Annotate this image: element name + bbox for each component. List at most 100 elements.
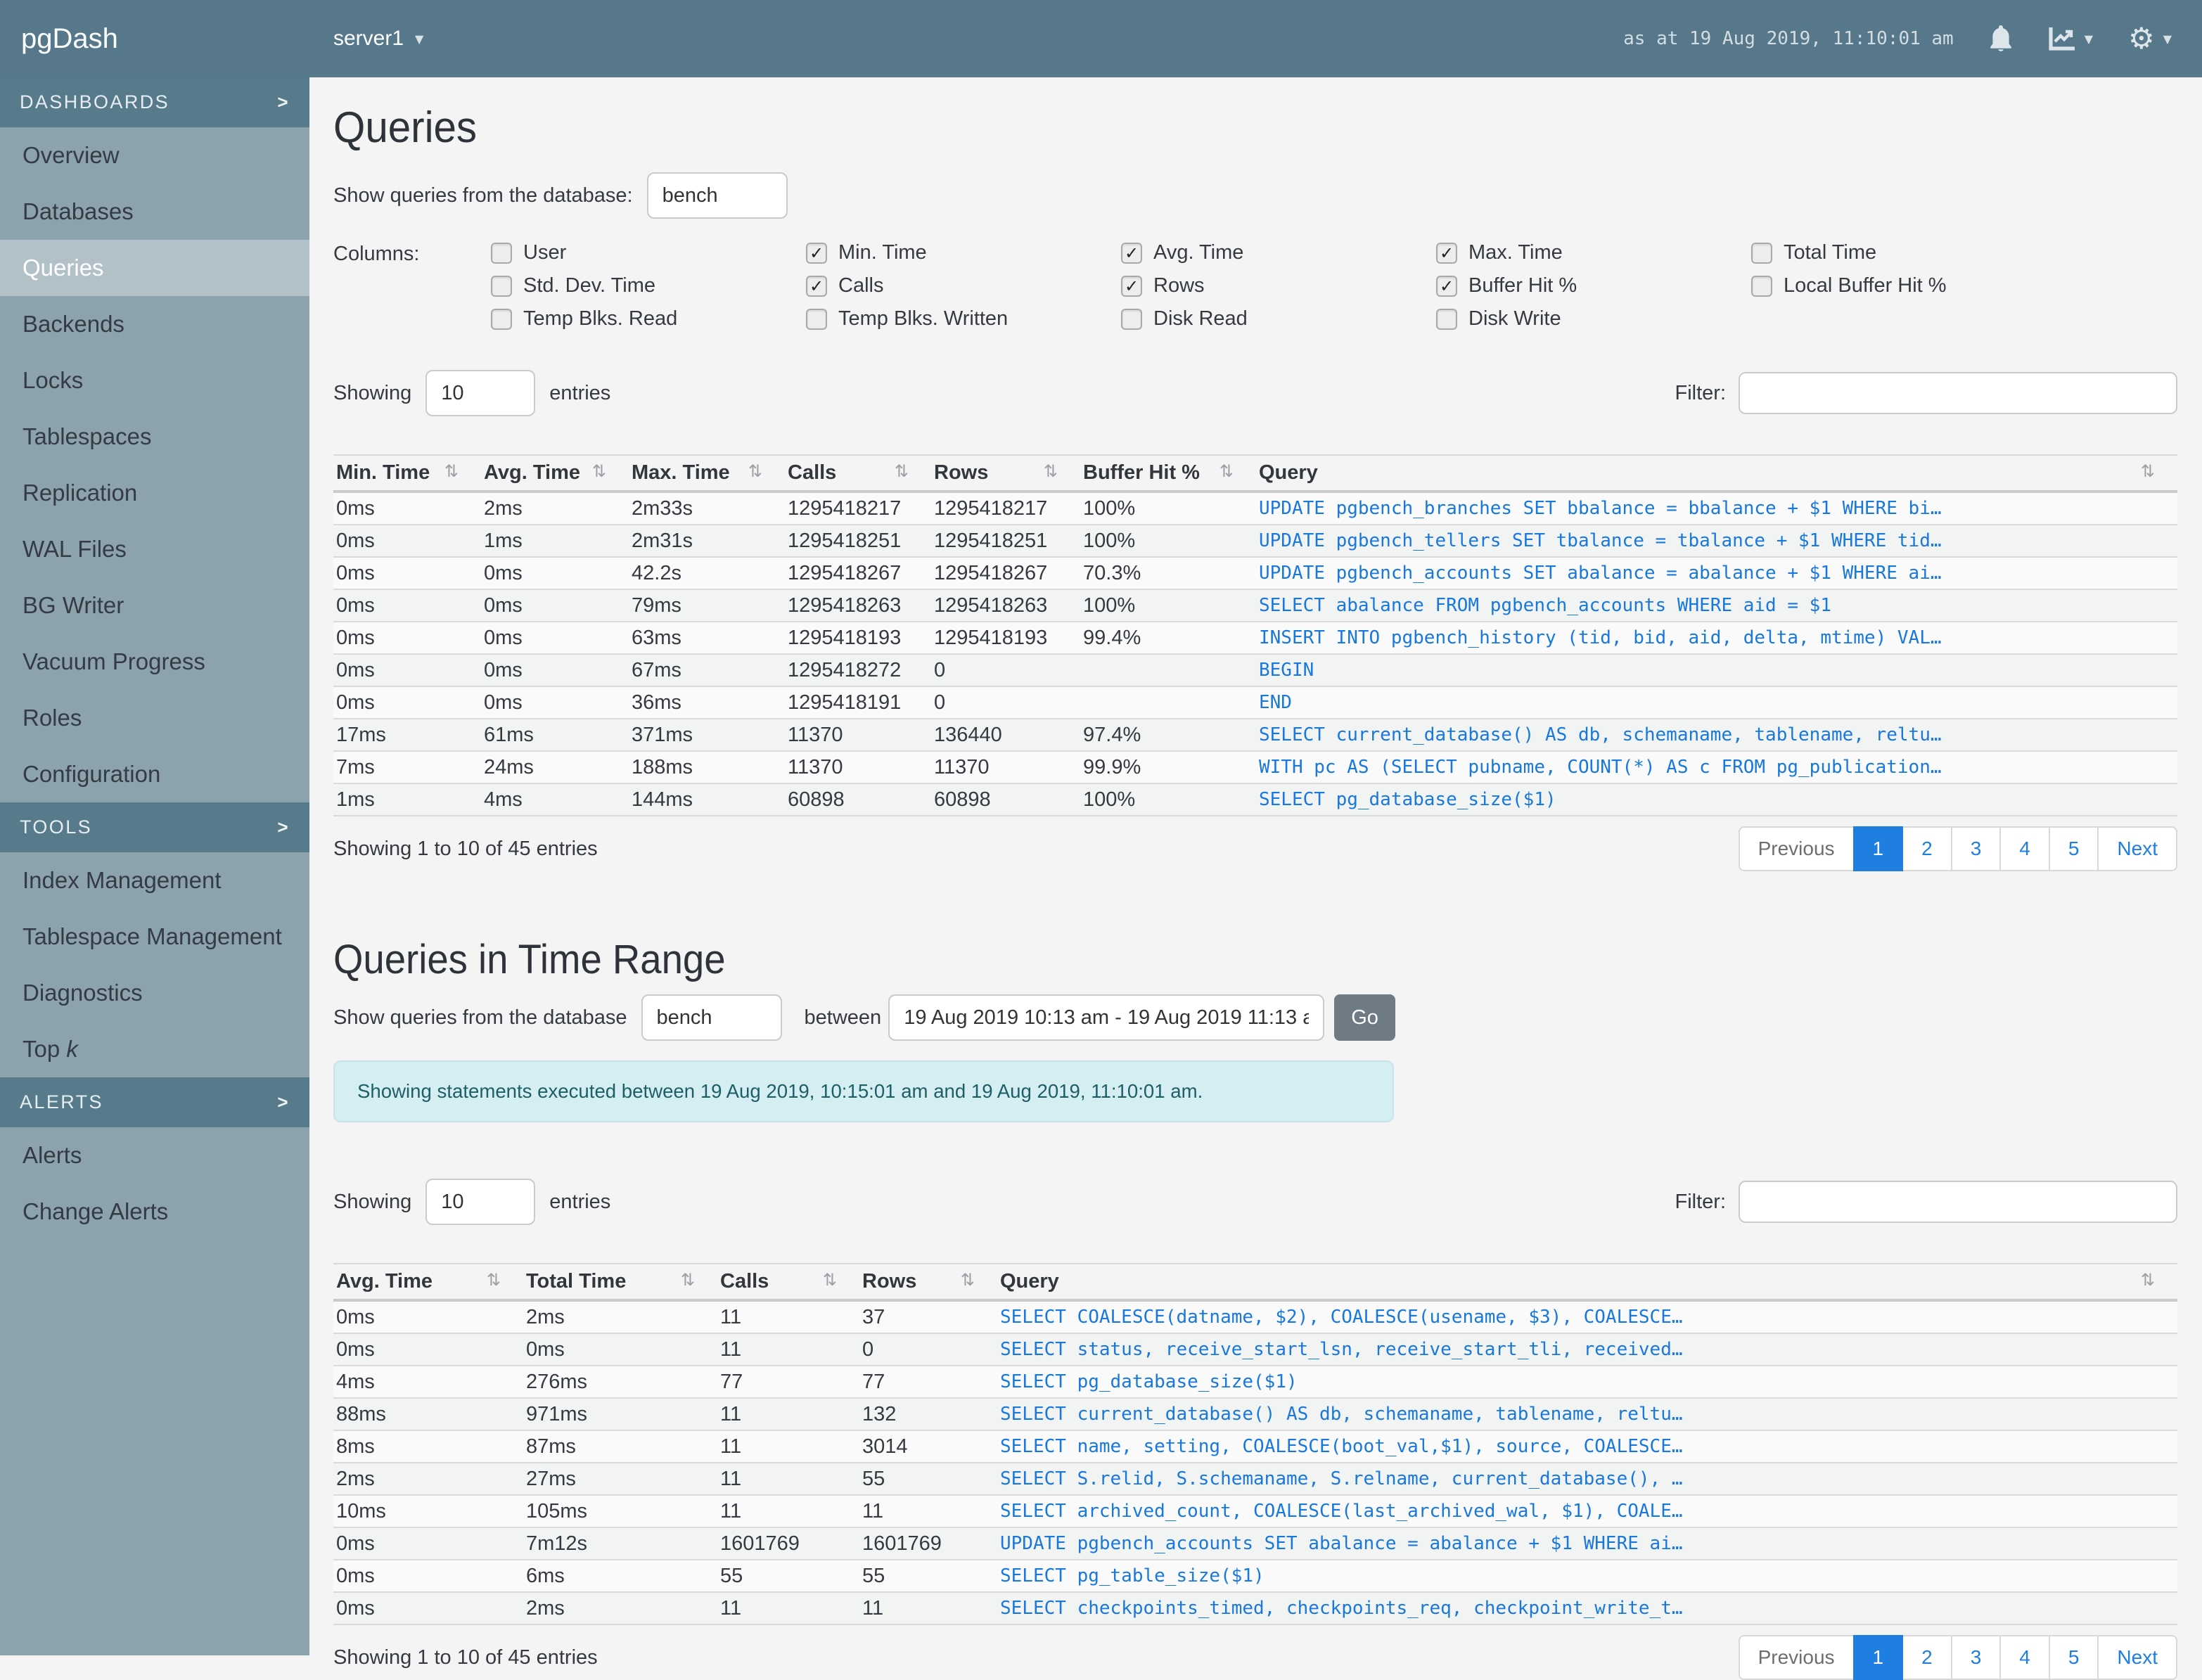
sidebar-section-alerts[interactable]: ALERTS > bbox=[0, 1077, 309, 1127]
pagination-previous[interactable]: Previous bbox=[1738, 826, 1855, 871]
column-header[interactable]: Calls ⇅ bbox=[717, 1263, 859, 1302]
sidebar-item[interactable]: Roles bbox=[0, 690, 309, 746]
pagination-page[interactable]: 4 bbox=[1999, 1635, 2050, 1680]
sidebar-item[interactable]: Queries bbox=[0, 240, 309, 296]
showing-label: Showing bbox=[333, 1190, 412, 1213]
column-header[interactable]: Avg. Time ⇅ bbox=[481, 454, 629, 493]
column-header[interactable]: Rows ⇅ bbox=[859, 1263, 997, 1302]
query-link[interactable]: SELECT archived_count, COALESCE(last_arc… bbox=[997, 1494, 2177, 1527]
query-link[interactable]: UPDATE pgbench_accounts SET abalance = a… bbox=[1256, 556, 2177, 589]
column-checkbox[interactable]: Temp Blks. Written bbox=[806, 307, 1121, 331]
pagination-page[interactable]: 5 bbox=[2048, 1635, 2099, 1680]
database-input[interactable] bbox=[641, 994, 782, 1041]
sidebar-item[interactable]: Diagnostics bbox=[0, 965, 309, 1021]
sidebar-item[interactable]: Change Alerts bbox=[0, 1184, 309, 1240]
time-range-input[interactable] bbox=[888, 994, 1325, 1041]
query-link[interactable]: SELECT status, receive_start_lsn, receiv… bbox=[997, 1333, 2177, 1366]
query-link[interactable]: UPDATE pgbench_accounts SET abalance = a… bbox=[997, 1527, 2177, 1560]
query-link[interactable]: SELECT pg_database_size($1) bbox=[1256, 783, 2177, 816]
sidebar-item[interactable]: WAL Files bbox=[0, 521, 309, 577]
query-link[interactable]: SELECT S.relid, S.schemaname, S.relname,… bbox=[997, 1462, 2177, 1495]
column-header[interactable]: Rows ⇅ bbox=[931, 454, 1080, 493]
filter-input[interactable] bbox=[1739, 372, 2177, 414]
database-input[interactable] bbox=[646, 172, 788, 219]
sidebar-item[interactable]: Index Management bbox=[0, 852, 309, 909]
query-link[interactable]: UPDATE pgbench_branches SET bbalance = b… bbox=[1256, 491, 2177, 525]
pagination-page[interactable]: 1 bbox=[1852, 826, 1904, 871]
time-range-table: Avg. Time ⇅ Total Time ⇅ Calls ⇅ Rows ⇅ bbox=[333, 1263, 2177, 1625]
query-link[interactable]: SELECT name, setting, COALESCE(boot_val,… bbox=[997, 1430, 2177, 1463]
column-header[interactable]: Avg. Time ⇅ bbox=[333, 1263, 523, 1302]
entries-count-input[interactable] bbox=[425, 1179, 536, 1225]
pagination-next[interactable]: Next bbox=[2097, 826, 2177, 871]
column-checkbox[interactable]: Temp Blks. Read bbox=[491, 307, 806, 331]
sidebar-item[interactable]: Databases bbox=[0, 184, 309, 240]
column-checkbox[interactable]: Disk Write bbox=[1436, 307, 1751, 331]
cell-buffer-hit: 97.4% bbox=[1080, 718, 1256, 751]
filter-input[interactable] bbox=[1739, 1181, 2177, 1223]
pagination-next[interactable]: Next bbox=[2097, 1635, 2177, 1680]
sidebar-item[interactable]: Overview bbox=[0, 127, 309, 184]
server-selector[interactable]: server1 ▼ bbox=[333, 27, 423, 51]
column-checkbox[interactable]: User bbox=[491, 241, 806, 264]
pagination-page[interactable]: 4 bbox=[1999, 826, 2050, 871]
column-header[interactable]: Max. Time ⇅ bbox=[629, 454, 785, 493]
settings-menu-button[interactable]: ⚙ ▼ bbox=[2128, 24, 2172, 53]
query-link[interactable]: SELECT pg_database_size($1) bbox=[997, 1365, 2177, 1398]
query-link[interactable]: SELECT COALESCE(datname, $2), COALESCE(u… bbox=[997, 1300, 2177, 1333]
pagination-previous[interactable]: Previous bbox=[1738, 1635, 1855, 1680]
query-link[interactable]: INSERT INTO pgbench_history (tid, bid, a… bbox=[1256, 621, 2177, 654]
sidebar-item[interactable]: Locks bbox=[0, 352, 309, 409]
sidebar-item[interactable]: Tablespaces bbox=[0, 409, 309, 465]
sidebar-item[interactable]: Replication bbox=[0, 465, 309, 521]
sidebar-item[interactable]: Backends bbox=[0, 296, 309, 352]
charts-menu-button[interactable]: ▼ bbox=[2048, 26, 2093, 51]
query-link[interactable]: SELECT current_database() AS db, scheman… bbox=[997, 1397, 2177, 1430]
pagination-page[interactable]: 5 bbox=[2048, 826, 2099, 871]
column-checkbox[interactable]: ✓ Buffer Hit % bbox=[1436, 274, 1751, 297]
cell-total-time: 2ms bbox=[523, 1591, 717, 1624]
column-checkbox[interactable]: ✓ Max. Time bbox=[1436, 241, 1751, 264]
column-checkbox[interactable]: ✓ Min. Time bbox=[806, 241, 1121, 264]
column-header[interactable]: Min. Time ⇅ bbox=[333, 454, 481, 493]
column-checkbox[interactable]: Local Buffer Hit % bbox=[1751, 274, 2066, 297]
notifications-button[interactable] bbox=[1989, 25, 2013, 52]
sidebar-item[interactable]: BG Writer bbox=[0, 577, 309, 634]
pagination-page[interactable]: 3 bbox=[1950, 826, 2002, 871]
sidebar-item[interactable]: Top k bbox=[0, 1021, 309, 1077]
column-header[interactable]: Calls ⇅ bbox=[785, 454, 931, 493]
pagination-page[interactable]: 3 bbox=[1950, 1635, 2002, 1680]
pagination-page[interactable]: 2 bbox=[1902, 826, 1952, 871]
column-checkbox[interactable]: Disk Read bbox=[1121, 307, 1436, 331]
cell-min-time: 0ms bbox=[333, 686, 481, 719]
column-checkbox[interactable]: ✓ Calls bbox=[806, 274, 1121, 297]
entries-count-input[interactable] bbox=[425, 370, 536, 416]
query-link[interactable]: SELECT abalance FROM pgbench_accounts WH… bbox=[1256, 589, 2177, 622]
column-header[interactable]: Query ⇅ bbox=[1256, 454, 2177, 493]
column-checkbox[interactable]: Total Time bbox=[1751, 241, 2066, 264]
sidebar-item[interactable]: Configuration bbox=[0, 746, 309, 802]
query-link[interactable]: END bbox=[1256, 686, 2177, 719]
column-header[interactable]: Total Time ⇅ bbox=[523, 1263, 717, 1302]
sidebar-item[interactable]: Tablespace Management bbox=[0, 909, 309, 965]
query-link[interactable]: BEGIN bbox=[1256, 653, 2177, 686]
query-link[interactable]: UPDATE pgbench_tellers SET tbalance = tb… bbox=[1256, 524, 2177, 557]
go-button[interactable]: Go bbox=[1334, 994, 1395, 1041]
query-link[interactable]: SELECT checkpoints_timed, checkpoints_re… bbox=[997, 1591, 2177, 1624]
pagination-page[interactable]: 1 bbox=[1852, 1635, 1904, 1680]
sidebar-section-tools[interactable]: TOOLS > bbox=[0, 802, 309, 852]
sidebar-item[interactable]: Vacuum Progress bbox=[0, 634, 309, 690]
sidebar-section-dashboards[interactable]: DASHBOARDS > bbox=[0, 77, 309, 127]
cell-min-time: 0ms bbox=[333, 556, 481, 589]
column-header[interactable]: Buffer Hit % ⇅ bbox=[1080, 454, 1256, 493]
column-header[interactable]: Query ⇅ bbox=[997, 1263, 2177, 1302]
sidebar-item[interactable]: Alerts bbox=[0, 1127, 309, 1184]
query-link[interactable]: WITH pc AS (SELECT pubname, COUNT(*) AS … bbox=[1256, 750, 2177, 783]
pagination-page[interactable]: 2 bbox=[1902, 1635, 1952, 1680]
query-link[interactable]: SELECT current_database() AS db, scheman… bbox=[1256, 718, 2177, 751]
column-checkbox[interactable]: ✓ Avg. Time bbox=[1121, 241, 1436, 264]
column-checkbox[interactable]: ✓ Rows bbox=[1121, 274, 1436, 297]
query-link[interactable]: SELECT pg_table_size($1) bbox=[997, 1559, 2177, 1592]
entries-label: entries bbox=[549, 1190, 611, 1213]
column-checkbox[interactable]: Std. Dev. Time bbox=[491, 274, 806, 297]
